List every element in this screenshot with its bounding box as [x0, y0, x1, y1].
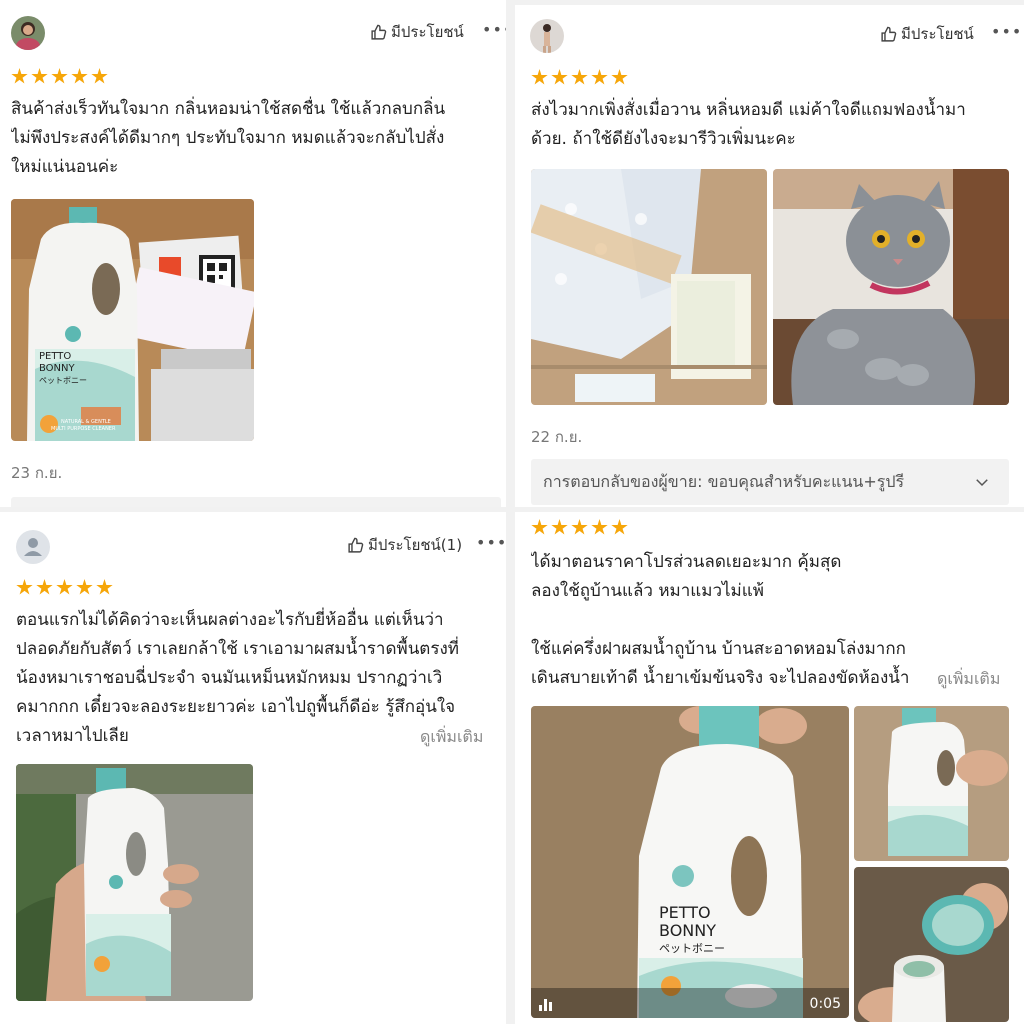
star-icon: [91, 68, 108, 84]
helpful-button[interactable]: มีประโยชน์(1): [347, 533, 462, 557]
star-icon: [591, 69, 608, 85]
star-icon: [531, 519, 548, 535]
helpful-button[interactable]: มีประโยชน์: [880, 22, 974, 46]
see-more-link[interactable]: ดูเพิ่มเติม: [414, 725, 484, 750]
helpful-label: มีประโยชน์: [391, 23, 464, 41]
reviewer-avatar[interactable]: [11, 16, 45, 50]
star-icon: [611, 519, 628, 535]
star-icon: [11, 68, 28, 84]
review-line: ได้มาตอนราคาโปรส่วนลดเยอะมาก คุ้มสุด: [531, 552, 842, 572]
more-options-icon[interactable]: •••: [991, 24, 1022, 40]
star-icon: [31, 68, 48, 84]
review-text: ได้มาตอนราคาโปรส่วนลดเยอะมาก คุ้มสุด ลอง…: [531, 548, 931, 693]
see-more-link[interactable]: ดูเพิ่มเติม: [931, 667, 1001, 692]
seller-reply[interactable]: การตอบกลับของผู้ขาย: ขอบคุณสำหรับคะแนน+ร…: [531, 459, 1009, 505]
star-icon: [51, 68, 68, 84]
rating-stars: [16, 579, 113, 596]
review-text: ส่งไวมากเพิ่งสั่งเมื่อวาน หลิ่นหอมดี แม่…: [531, 96, 1016, 154]
star-icon: [551, 519, 568, 535]
review-line: ใช้แค่ครึ่งฝาผสมน้ำถูบ้าน บ้านสะอาดหอมโล…: [531, 639, 906, 659]
thumbs-up-icon: [881, 26, 897, 42]
star-icon: [611, 69, 628, 85]
review-line: สินค้าส่งเร็วทันใจมาก กลิ่นหอมน่าใช้สดชื…: [11, 99, 446, 119]
star-icon: [36, 579, 53, 595]
review-line: ด้วย. ถ้าใช้ดียังไงจะมารีวิวเพิ่มนะคะ: [531, 129, 796, 149]
chevron-down-icon: [976, 479, 988, 487]
review-line: น้องหมาเราชอบฉี่ประจำ จนมันเหม็นหมักหมม …: [16, 668, 443, 688]
review-line: ไม่พึงประสงค์ได้ดีมากๆ ประทับใจมาก หมดแล…: [11, 128, 445, 148]
review-card-2: มีประโยชน์ ••• ส่งไวมากเพิ่งสั่งเมื่อวาน…: [515, 5, 1024, 507]
reviewer-avatar[interactable]: [16, 530, 50, 564]
label-product-1: NATURAL & GENTLE: [61, 419, 111, 425]
star-icon: [591, 519, 608, 535]
video-icon: [539, 999, 552, 1011]
label-product-2: MULTI PURPOSE CLEANER: [51, 426, 116, 432]
review-line: [531, 606, 931, 635]
star-icon: [16, 579, 33, 595]
video-duration: 0:05: [809, 996, 841, 1012]
thumbs-up-icon: [348, 537, 364, 553]
label-brand-2: BONNY: [39, 363, 76, 374]
review-line: ส่งไวมากเพิ่งสั่งเมื่อวาน หลิ่นหอมดี แม่…: [531, 100, 966, 120]
review-line: เดินสบายเท้าดี น้ำยาเข้มข้นจริง จะไปลองข…: [531, 668, 910, 688]
star-icon: [96, 579, 113, 595]
more-options-icon[interactable]: •••: [482, 22, 506, 38]
review-photo[interactable]: [16, 764, 253, 1001]
more-options-icon[interactable]: •••: [476, 535, 506, 551]
review-line: ลองใช้ถูบ้านแล้ว หมาแมวไม่แพ้: [531, 581, 764, 601]
thumbs-up-icon: [371, 24, 387, 40]
star-icon: [551, 69, 568, 85]
star-icon: [76, 579, 93, 595]
review-line: ปลอดภัยกับสัตว์ เราเลยกล้าใช้ เราเอามาผส…: [16, 639, 459, 659]
video-overlay: [531, 988, 849, 1018]
label-brand: PETTO: [659, 903, 711, 922]
review-card-4: ได้มาตอนราคาโปรส่วนลดเยอะมาก คุ้มสุด ลอง…: [515, 512, 1024, 1024]
review-photo-cat[interactable]: [773, 169, 1009, 405]
label-brand-jp: ペットボニー: [659, 942, 725, 955]
review-photo-bottle[interactable]: [854, 706, 1009, 861]
review-text: สินค้าส่งเร็วทันใจมาก กลิ่นหอมน่าใช้สดชื…: [11, 95, 501, 182]
star-icon: [571, 519, 588, 535]
star-icon: [71, 68, 88, 84]
seller-reply-text: การตอบกลับของผู้ขาย: ขอบคุณสำหรับคะแนน+ร…: [543, 471, 905, 491]
review-photo-package[interactable]: [531, 169, 767, 405]
review-photo-cap[interactable]: [854, 867, 1009, 1022]
star-icon: [531, 69, 548, 85]
review-date: 23 ก.ย.: [11, 464, 63, 482]
helpful-button[interactable]: มีประโยชน์: [370, 20, 464, 44]
review-date: 22 ก.ย.: [531, 428, 583, 446]
review-card-3: มีประโยชน์(1) ••• ตอนแรกไม่ได้คิดว่าจะเห…: [0, 512, 506, 1024]
helpful-label: มีประโยชน์(1): [368, 536, 463, 554]
label-brand-2: BONNY: [659, 921, 716, 940]
helpful-label: มีประโยชน์: [901, 25, 974, 43]
review-card-1: มีประโยชน์ ••• สินค้าส่งเร็วทันใจมาก กลิ…: [0, 0, 506, 507]
reviewer-avatar[interactable]: [530, 19, 564, 53]
review-line: ใหม่แน่นอนค่ะ: [11, 157, 119, 177]
rating-stars: [531, 519, 628, 536]
review-line: ตอนแรกไม่ได้คิดว่าจะเห็นผลต่างอะไรกับยี่…: [16, 610, 444, 630]
label-brand-jp: ペットボニー: [39, 376, 87, 385]
review-line: คมากกก เดี๋ยวจะลองระยะยาวค่ะ เอาไปถูพื้น…: [16, 697, 456, 717]
rating-stars: [531, 69, 628, 86]
label-brand: PETTO: [39, 351, 71, 362]
star-icon: [571, 69, 588, 85]
rating-stars: [11, 68, 108, 85]
review-photo[interactable]: PETTO BONNY ペットボニー NATURAL & GENTLE MULT…: [11, 199, 254, 441]
review-video[interactable]: PETTO BONNY ペットボニー 0:05: [531, 706, 849, 1018]
star-icon: [56, 579, 73, 595]
next-card-edge: [11, 497, 501, 507]
